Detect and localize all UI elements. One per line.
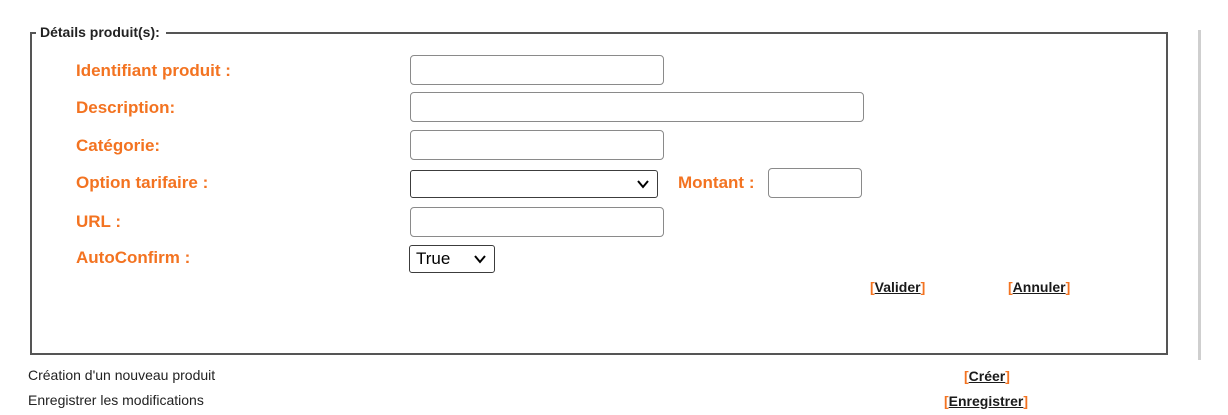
amount-label: Montant : [678,173,755,192]
autoconfirm-label: AutoConfirm : [76,248,191,267]
validate-link[interactable]: Valider [875,279,921,295]
pricing-option-select[interactable] [410,170,658,198]
category-label: Catégorie: [76,136,161,155]
bracket-close: ] [920,279,926,295]
cancel-link[interactable]: Annuler [1013,279,1066,295]
category-input[interactable] [410,130,664,160]
fieldset-legend: Détails produit(s): [36,24,166,40]
amount-input[interactable] [768,168,862,198]
bracket-close: ] [1065,279,1071,295]
create-action: [Créer] [964,368,1010,384]
description-input[interactable] [410,92,864,122]
save-description: Enregistrer les modifications [28,392,204,408]
autoconfirm-value: True [416,249,451,268]
page: Détails produit(s): Identifiant produit … [0,0,1228,415]
scrollbar[interactable] [1198,30,1201,360]
product-id-input[interactable] [410,55,664,85]
url-label: URL : [76,212,122,231]
cancel-action: [Annuler] [1008,279,1070,295]
save-action: [Enregistrer] [944,393,1028,409]
pricing-option-label: Option tarifaire : [76,173,209,192]
create-description: Création d'un nouveau produit [28,367,216,383]
autoconfirm-select[interactable]: True [409,245,495,273]
chevron-down-icon [474,255,486,264]
description-label: Description: [76,98,176,117]
bracket-close: ] [1005,368,1010,384]
bracket-close: ] [1023,393,1029,409]
chevron-down-icon [637,180,649,189]
product-id-label: Identifiant produit : [76,61,231,80]
create-link[interactable]: Créer [969,368,1006,384]
validate-action: [Valider] [870,279,925,295]
save-link[interactable]: Enregistrer [949,393,1024,409]
url-input[interactable] [410,207,664,237]
